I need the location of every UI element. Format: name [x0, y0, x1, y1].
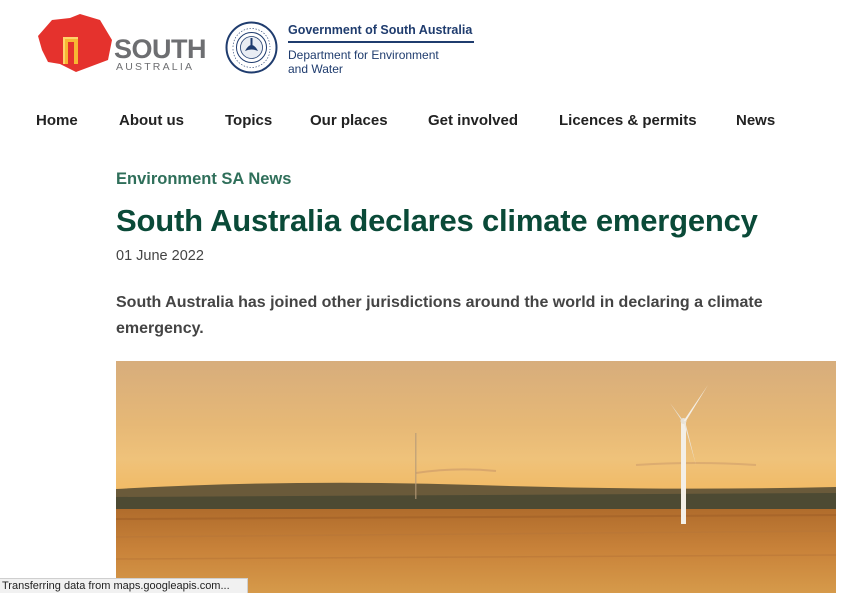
nav-news[interactable]: News [736, 112, 775, 129]
article-date: 01 June 2022 [116, 248, 204, 264]
site-header: SOUTH AUSTRALIA Government of South Aust… [0, 0, 858, 95]
nav-licences-permits[interactable]: Licences & permits [559, 112, 697, 129]
article-headline: South Australia declares climate emergen… [116, 203, 758, 238]
nav-home[interactable]: Home [36, 112, 78, 129]
browser-status-bar: Transferring data from maps.googleapis.c… [0, 578, 248, 593]
article-lede: South Australia has joined other jurisdi… [116, 294, 763, 337]
south-australia-logo[interactable]: SOUTH AUSTRALIA [36, 14, 207, 74]
department-line-2: and Water [288, 61, 343, 76]
logo-wordmark-australia: AUSTRALIA [116, 61, 195, 73]
nav-get-involved[interactable]: Get involved [428, 112, 518, 129]
branding-divider [288, 41, 474, 43]
logo-wordmark-south: SOUTH [114, 34, 207, 64]
sa-map-icon [38, 14, 112, 72]
government-title: Government of South Australia [288, 23, 473, 37]
main-navigation: Home About us Topics Our places Get invo… [0, 108, 858, 138]
nav-about-us[interactable]: About us [119, 112, 184, 129]
government-branding[interactable]: Government of South Australia Department… [288, 22, 474, 76]
hero-image [116, 361, 836, 593]
nav-our-places[interactable]: Our places [310, 112, 388, 129]
section-kicker-link[interactable]: Environment SA News [116, 170, 291, 189]
nav-topics[interactable]: Topics [225, 112, 272, 129]
department-line-1: Department for Environment [288, 47, 439, 62]
government-seal-icon [225, 21, 278, 74]
